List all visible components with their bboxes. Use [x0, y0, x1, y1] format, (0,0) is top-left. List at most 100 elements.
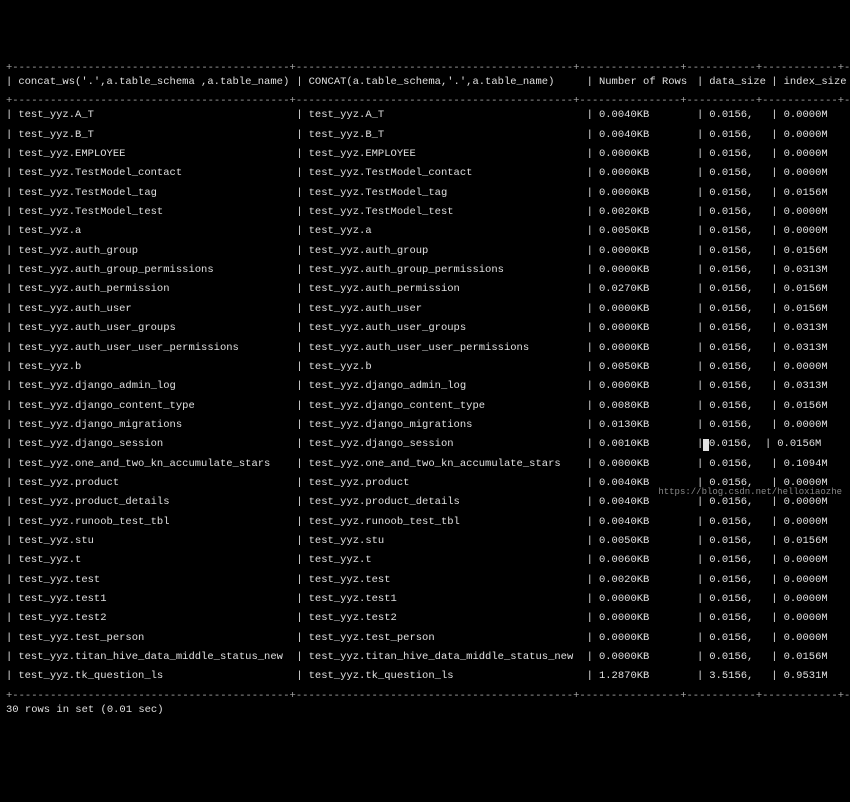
- top-border: +---------------------------------------…: [6, 61, 844, 75]
- cell-rows: 0.0080KB: [599, 399, 697, 413]
- cell-concat-ws: test_yyz.auth_user_user_permissions: [18, 341, 296, 355]
- header-row: | concat_ws('.',a.table_schema ,a.table_…: [6, 75, 844, 94]
- cell-concat: test_yyz.product: [309, 476, 587, 490]
- cell-index-size: 0.0156M: [784, 244, 850, 258]
- cell-concat-ws: test_yyz.b: [18, 360, 296, 374]
- cell-index-size: 0.0000M: [784, 360, 850, 374]
- cell-data-size: 0.0156,: [709, 437, 765, 451]
- table-row: | test_yyz.auth_user_user_permissions | …: [6, 341, 844, 360]
- header-border: +---------------------------------------…: [6, 94, 844, 108]
- cell-rows: 0.0000KB: [599, 302, 697, 316]
- cell-index-size: 0.0000M: [784, 611, 850, 625]
- cell-concat: test_yyz.django_content_type: [309, 399, 587, 413]
- cell-data-size: 0.0156,: [709, 263, 771, 277]
- cell-concat: test_yyz.t: [309, 553, 587, 567]
- table-row: | test_yyz.auth_group | test_yyz.auth_gr…: [6, 244, 844, 263]
- cell-concat-ws: test_yyz.TestModel_tag: [18, 186, 296, 200]
- sql-result-table: +---------------------------------------…: [6, 61, 844, 717]
- col-header-index-size: index_size: [784, 75, 850, 89]
- table-row: | test_yyz.TestModel_tag | test_yyz.Test…: [6, 186, 844, 205]
- cell-concat: test_yyz.stu: [309, 534, 587, 548]
- table-row: | test_yyz.EMPLOYEE | test_yyz.EMPLOYEE …: [6, 147, 844, 166]
- cell-concat-ws: test_yyz.TestModel_test: [18, 205, 296, 219]
- cell-data-size: 0.0156,: [709, 282, 771, 296]
- cell-rows: 0.0000KB: [599, 457, 697, 471]
- cell-concat-ws: test_yyz.tk_question_ls: [18, 669, 296, 683]
- cell-rows: 0.0270KB: [599, 282, 697, 296]
- cell-rows: 0.0130KB: [599, 418, 697, 432]
- cell-concat: test_yyz.TestModel_tag: [309, 186, 587, 200]
- table-row: | test_yyz.auth_permission | test_yyz.au…: [6, 282, 844, 301]
- cell-concat-ws: test_yyz.stu: [18, 534, 296, 548]
- cell-data-size: 0.0156,: [709, 360, 771, 374]
- bottom-border: +---------------------------------------…: [6, 689, 844, 703]
- cell-concat-ws: test_yyz.auth_user_groups: [18, 321, 296, 335]
- cell-concat: test_yyz.titan_hive_data_middle_status_n…: [309, 650, 587, 664]
- cell-concat: test_yyz.auth_user_user_permissions: [309, 341, 587, 355]
- table-row: | test_yyz.auth_user_groups | test_yyz.a…: [6, 321, 844, 340]
- table-row: | test_yyz.test1 | test_yyz.test1 | 0.00…: [6, 592, 844, 611]
- cell-index-size: 0.0000M: [784, 631, 850, 645]
- cell-data-size: 0.0156,: [709, 147, 771, 161]
- cell-concat-ws: test_yyz.test: [18, 573, 296, 587]
- cell-concat-ws: test_yyz.product: [18, 476, 296, 490]
- table-row: | test_yyz.runoob_test_tbl | test_yyz.ru…: [6, 515, 844, 534]
- cell-data-size: 0.0156,: [709, 631, 771, 645]
- table-row: | test_yyz.b | test_yyz.b | 0.0050KB | 0…: [6, 360, 844, 379]
- cell-rows: 0.0050KB: [599, 224, 697, 238]
- summary-line: 30 rows in set (0.01 sec): [6, 703, 844, 717]
- cell-rows: 0.0050KB: [599, 360, 697, 374]
- cell-data-size: 0.0156,: [709, 186, 771, 200]
- cell-concat: test_yyz.b: [309, 360, 587, 374]
- cell-data-size: 0.0156,: [709, 457, 771, 471]
- cell-concat-ws: test_yyz.test2: [18, 611, 296, 625]
- cell-index-size: 0.0000M: [784, 166, 850, 180]
- cell-concat: test_yyz.a: [309, 224, 587, 238]
- cell-concat: test_yyz.django_session: [309, 437, 587, 451]
- cell-concat-ws: test_yyz.django_migrations: [18, 418, 296, 432]
- cell-index-size: 0.0000M: [784, 592, 850, 606]
- cell-concat-ws: test_yyz.test1: [18, 592, 296, 606]
- cell-index-size: 0.0156M: [784, 534, 850, 548]
- cell-concat-ws: test_yyz.titan_hive_data_middle_status_n…: [18, 650, 296, 664]
- cell-data-size: 0.0156,: [709, 515, 771, 529]
- cell-concat-ws: test_yyz.django_session: [18, 437, 296, 451]
- cell-data-size: 0.0156,: [709, 573, 771, 587]
- cell-data-size: 0.0156,: [709, 341, 771, 355]
- table-row: | test_yyz.t | test_yyz.t | 0.0060KB | 0…: [6, 553, 844, 572]
- table-row: | test_yyz.django_session | test_yyz.dja…: [6, 437, 844, 456]
- table-row: | test_yyz.TestModel_test | test_yyz.Tes…: [6, 205, 844, 224]
- cell-rows: 0.0000KB: [599, 186, 697, 200]
- cell-index-size: 0.0156M: [784, 186, 850, 200]
- cell-rows: 0.0000KB: [599, 650, 697, 664]
- cell-concat: test_yyz.auth_group: [309, 244, 587, 258]
- cell-rows: 0.0000KB: [599, 341, 697, 355]
- cell-rows: 0.0040KB: [599, 515, 697, 529]
- cell-data-size: 0.0156,: [709, 108, 771, 122]
- cell-concat-ws: test_yyz.EMPLOYEE: [18, 147, 296, 161]
- cell-concat-ws: test_yyz.auth_group: [18, 244, 296, 258]
- table-row: | test_yyz.test_person | test_yyz.test_p…: [6, 631, 844, 650]
- cell-rows: 0.0000KB: [599, 166, 697, 180]
- table-row: | test_yyz.auth_user | test_yyz.auth_use…: [6, 302, 844, 321]
- cell-concat: test_yyz.test_person: [309, 631, 587, 645]
- cell-index-size: 0.0000M: [784, 418, 850, 432]
- cell-index-size: 0.0156M: [784, 650, 850, 664]
- cell-concat: test_yyz.django_admin_log: [309, 379, 587, 393]
- cell-rows: 0.0020KB: [599, 573, 697, 587]
- cell-data-size: 0.0156,: [709, 302, 771, 316]
- cell-concat: test_yyz.A_T: [309, 108, 587, 122]
- table-row: | test_yyz.titan_hive_data_middle_status…: [6, 650, 844, 669]
- cell-index-size: 0.9531M: [784, 669, 850, 683]
- cell-index-size: 0.0313M: [784, 341, 850, 355]
- cell-index-size: 0.0156M: [784, 399, 850, 413]
- cell-rows: 0.0050KB: [599, 534, 697, 548]
- cell-data-size: 0.0156,: [709, 399, 771, 413]
- table-row: | test_yyz.tk_question_ls | test_yyz.tk_…: [6, 669, 844, 688]
- cell-index-size: 0.0000M: [784, 573, 850, 587]
- col-header-data-size: data_size: [709, 75, 771, 89]
- cell-data-size: 0.0156,: [709, 128, 771, 142]
- cell-concat: test_yyz.auth_group_permissions: [309, 263, 587, 277]
- table-row: | test_yyz.one_and_two_kn_accumulate_sta…: [6, 457, 844, 476]
- cell-concat-ws: test_yyz.test_person: [18, 631, 296, 645]
